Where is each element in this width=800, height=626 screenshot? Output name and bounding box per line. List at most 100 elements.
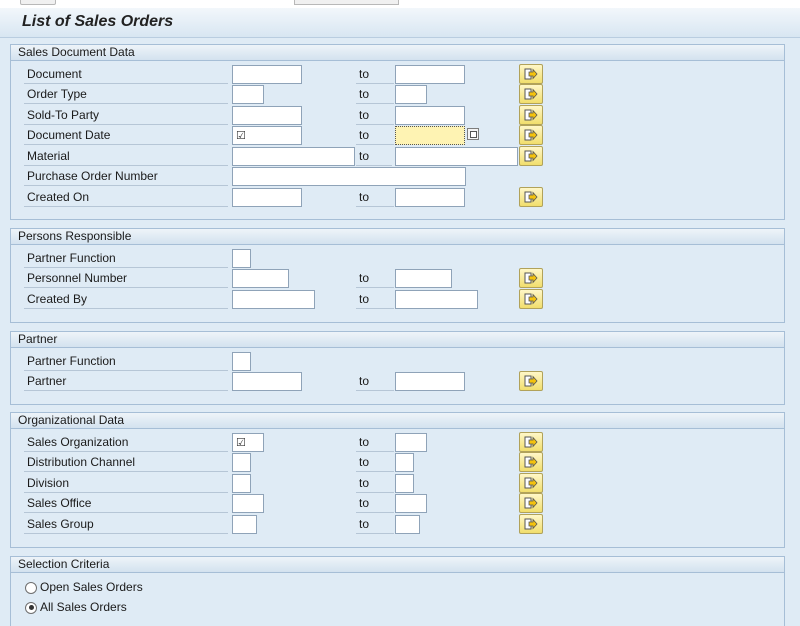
partner-to-input[interactable]	[395, 372, 465, 391]
distribution-channel-from-input[interactable]	[232, 453, 251, 472]
radio-label: All Sales Orders	[40, 600, 127, 614]
to-label: to	[356, 126, 394, 145]
arrow-right-icon	[524, 150, 538, 162]
field-label: Sales Office	[24, 494, 228, 513]
multiple-selection-button[interactable]	[519, 432, 543, 452]
document-from-input[interactable]	[232, 65, 302, 84]
field-label: Division	[24, 474, 228, 493]
multiple-selection-button[interactable]	[519, 514, 543, 534]
field-label: Document Date	[24, 126, 228, 145]
partner-function-input[interactable]	[232, 249, 251, 268]
personnel-number-to-input[interactable]	[395, 269, 452, 288]
arrow-right-icon	[524, 375, 538, 387]
value-help-icon[interactable]	[467, 128, 479, 140]
to-label: to	[356, 433, 394, 452]
sales-group-to-input[interactable]	[395, 515, 420, 534]
to-label: to	[356, 147, 392, 166]
sales-organization-to-input[interactable]	[395, 433, 427, 452]
partner-from-input[interactable]	[232, 372, 302, 391]
multiple-selection-button[interactable]	[519, 452, 543, 472]
radio-label: Open Sales Orders	[40, 580, 143, 594]
multiple-selection-button[interactable]	[519, 289, 543, 309]
command-field[interactable]	[294, 0, 399, 5]
arrow-right-icon	[524, 497, 538, 509]
created-on-from-input[interactable]	[232, 188, 302, 207]
sold-to-party-from-input[interactable]	[232, 106, 302, 125]
field-label: Personnel Number	[24, 269, 228, 288]
arrow-right-icon	[524, 272, 538, 284]
division-from-input[interactable]	[232, 474, 251, 493]
group-title: Persons Responsible	[11, 229, 784, 245]
document-date-to-input[interactable]	[395, 126, 465, 145]
created-by-from-input[interactable]	[232, 290, 315, 309]
field-label: Partner Function	[24, 352, 228, 371]
material-from-input[interactable]	[232, 147, 355, 166]
field-label: Material	[24, 147, 228, 166]
required-check-icon: ☑	[236, 437, 246, 449]
radio-all-sales-orders[interactable]: All Sales Orders	[25, 598, 127, 616]
sales-group-from-input[interactable]	[232, 515, 257, 534]
to-label: to	[356, 65, 394, 84]
sales-organization-from-input[interactable]: ☑	[232, 433, 264, 452]
multiple-selection-button[interactable]	[519, 371, 543, 391]
required-check-icon: ☑	[236, 130, 246, 142]
group-persons-responsible: Persons Responsible Partner Function Per…	[10, 228, 785, 323]
to-label: to	[356, 85, 394, 104]
radio-button[interactable]	[25, 601, 37, 614]
arrow-right-icon	[524, 88, 538, 100]
division-to-input[interactable]	[395, 474, 414, 493]
group-selection-criteria: Selection Criteria Open Sales Orders All…	[10, 556, 785, 626]
document-to-input[interactable]	[395, 65, 465, 84]
material-to-input[interactable]	[395, 147, 518, 166]
document-date-from-input[interactable]: ☑	[232, 126, 302, 145]
radio-open-sales-orders[interactable]: Open Sales Orders	[25, 578, 143, 596]
to-label: to	[356, 290, 394, 309]
created-by-to-input[interactable]	[395, 290, 478, 309]
multiple-selection-button[interactable]	[519, 493, 543, 513]
toolbar-button[interactable]	[20, 0, 56, 5]
order-type-to-input[interactable]	[395, 85, 427, 104]
group-title: Partner	[11, 332, 784, 348]
field-label: Sold-To Party	[24, 106, 228, 125]
multiple-selection-button[interactable]	[519, 64, 543, 84]
purchase-order-number-input[interactable]	[232, 167, 466, 186]
radio-button[interactable]	[25, 581, 37, 594]
sales-office-from-input[interactable]	[232, 494, 264, 513]
arrow-right-icon	[524, 191, 538, 203]
multiple-selection-button[interactable]	[519, 268, 543, 288]
group-title: Selection Criteria	[11, 557, 784, 573]
arrow-right-icon	[524, 129, 538, 141]
personnel-number-from-input[interactable]	[232, 269, 289, 288]
field-label: Sales Group	[24, 515, 228, 534]
field-label: Purchase Order Number	[24, 167, 228, 186]
multiple-selection-button[interactable]	[519, 105, 543, 125]
created-on-to-input[interactable]	[395, 188, 465, 207]
group-sales-document-data: Sales Document Data Document to Order Ty…	[10, 44, 785, 220]
arrow-right-icon	[524, 518, 538, 530]
field-label: Sales Organization	[24, 433, 228, 452]
multiple-selection-button[interactable]	[519, 84, 543, 104]
sold-to-party-to-input[interactable]	[395, 106, 465, 125]
arrow-right-icon	[524, 456, 538, 468]
field-label: Document	[24, 65, 228, 84]
field-label: Order Type	[24, 85, 228, 104]
arrow-right-icon	[524, 477, 538, 489]
multiple-selection-button[interactable]	[519, 125, 543, 145]
field-label: Created On	[24, 188, 228, 207]
multiple-selection-button[interactable]	[519, 146, 543, 166]
arrow-right-icon	[524, 436, 538, 448]
arrow-right-icon	[524, 293, 538, 305]
order-type-from-input[interactable]	[232, 85, 264, 104]
arrow-right-icon	[524, 109, 538, 121]
sales-office-to-input[interactable]	[395, 494, 427, 513]
multiple-selection-button[interactable]	[519, 187, 543, 207]
field-label: Distribution Channel	[24, 453, 228, 472]
to-label: to	[356, 372, 394, 391]
partner-function-input[interactable]	[232, 352, 251, 371]
group-partner: Partner Partner Function Partner to	[10, 331, 785, 405]
multiple-selection-button[interactable]	[519, 473, 543, 493]
to-label: to	[356, 188, 394, 207]
to-label: to	[356, 106, 394, 125]
distribution-channel-to-input[interactable]	[395, 453, 414, 472]
to-label: to	[356, 453, 394, 472]
